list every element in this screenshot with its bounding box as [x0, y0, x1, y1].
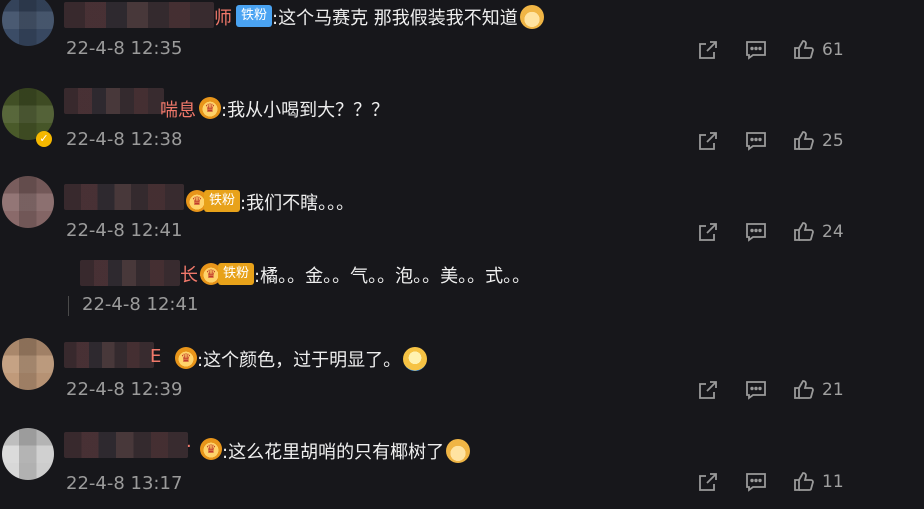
emoji-icon [519, 5, 544, 29]
username-tail[interactable]: E [150, 346, 161, 367]
comment-time: 22-4-8 12:38 [66, 129, 183, 150]
laugh-cry-emoji-icon [403, 347, 428, 371]
comment-item: · ♛ :这么花里胡哨的只有椰树了 22-4-8 13:17 11 [0, 424, 924, 509]
share-icon[interactable] [696, 378, 720, 402]
like-count: 24 [822, 222, 844, 242]
fan-badge: 铁粉 [204, 190, 241, 212]
verified-icon: ✓ [36, 131, 52, 147]
comment-item: ✓ 喘息 ♛ :我从小喝到大？？？ 22-4-8 12:38 25 [0, 84, 924, 154]
username-blurred[interactable] [64, 88, 164, 114]
comment-text: :我从小喝到大？？？ [221, 100, 390, 121]
reply-time: 22-4-8 12:41 [82, 294, 199, 315]
comment-text: :这么花里胡哨的只有椰树了 [222, 438, 471, 464]
comment-icon[interactable] [744, 220, 768, 244]
username-tail[interactable]: 师 [214, 4, 232, 30]
crown-icon: ♛ [199, 97, 221, 119]
share-icon[interactable] [696, 129, 720, 153]
like-count: 11 [822, 472, 844, 492]
username-blurred[interactable] [64, 184, 184, 210]
comment-actions: 61 [684, 36, 924, 66]
avatar[interactable] [2, 176, 54, 228]
comment-icon[interactable] [744, 38, 768, 62]
comment-time: 22-4-8 12:35 [66, 38, 183, 59]
comment-text: :这个颜色，过于明显了。 [197, 346, 428, 372]
avatar[interactable] [2, 338, 54, 390]
username-blurred[interactable] [64, 2, 214, 28]
comment-icon[interactable] [744, 378, 768, 402]
comment-item: E ♛ :这个颜色，过于明显了。 22-4-8 12:39 21 [0, 334, 924, 404]
thumbs-up-icon[interactable] [792, 220, 816, 244]
share-icon[interactable] [696, 38, 720, 62]
reply-item: 长· ♛ 铁粉 :橘。。金。。气。。泡。。美。。式。。 22-4-8 12:41 [0, 252, 924, 322]
reply-thread-line [68, 296, 69, 316]
thumbs-up-icon[interactable] [792, 129, 816, 153]
comment-time: 22-4-8 13:17 [66, 473, 183, 494]
username-blurred[interactable] [64, 432, 188, 458]
avatar[interactable] [2, 428, 54, 480]
fan-badge: 铁粉 [218, 263, 255, 285]
comment-text: :我们不瞎。。。 [240, 193, 355, 214]
thumbs-up-icon[interactable] [792, 378, 816, 402]
comment-time: 22-4-8 12:41 [66, 220, 183, 241]
comment-item: ♛ 铁粉 :我们不瞎。。。 22-4-8 12:41 24 [0, 172, 924, 242]
comment-actions: 24 [684, 218, 924, 248]
thumbs-up-icon[interactable] [792, 38, 816, 62]
fan-badge: 铁粉 [236, 5, 273, 27]
share-icon[interactable] [696, 220, 720, 244]
comment-actions: 21 [684, 376, 924, 406]
comment-item: 师 铁粉 :这个马赛克 那我假装我不知道 22-4-8 12:35 61 [0, 0, 924, 70]
comment-text: :这个马赛克 那我假装我不知道 [272, 4, 544, 30]
share-icon[interactable] [696, 470, 720, 494]
username-blurred[interactable] [64, 342, 154, 368]
avatar[interactable] [2, 0, 54, 46]
username-tail[interactable]: · [186, 436, 192, 457]
thumbs-up-icon[interactable] [792, 470, 816, 494]
like-count: 61 [822, 40, 844, 60]
crown-icon: ♛ [175, 347, 197, 369]
reply-text: :橘。。金。。气。。泡。。美。。式。。 [254, 266, 531, 287]
comment-actions: 11 [684, 468, 924, 498]
comment-icon[interactable] [744, 129, 768, 153]
emoji-icon [446, 439, 471, 463]
username-tail[interactable]: 喘息 [160, 96, 196, 122]
comment-time: 22-4-8 12:39 [66, 379, 183, 400]
comment-icon[interactable] [744, 470, 768, 494]
comment-actions: 25 [684, 127, 924, 157]
like-count: 21 [822, 380, 844, 400]
crown-icon: ♛ [200, 438, 222, 460]
username-blurred[interactable] [80, 260, 180, 286]
like-count: 25 [822, 131, 844, 151]
